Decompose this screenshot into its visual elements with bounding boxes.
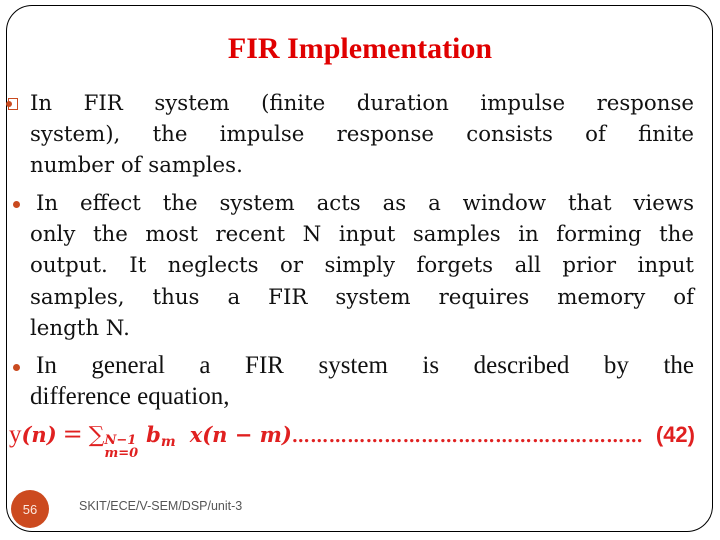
eq-lhs-arg: (n): [21, 422, 57, 447]
eq-sum-symbol: ∑: [88, 423, 105, 448]
eq-leader-dots: …………………………………………………: [291, 426, 644, 447]
bullet-3-line: difference equation,: [30, 383, 230, 410]
slide-title: FIR Implementation: [227, 32, 493, 65]
bullet-1-line: number of samples.: [30, 153, 243, 179]
eq-coef-sub: m: [160, 434, 176, 450]
dot-bullet-icon: [13, 201, 20, 208]
footer-text: SKIT/ECE/V-SEM/DSP/unit-3: [79, 499, 243, 513]
eq-term: x(n − m): [189, 422, 292, 447]
eq-lower-limit: m=0: [104, 446, 139, 461]
dot-bullet-icon: [13, 364, 20, 371]
eq-coef: bm: [146, 422, 176, 450]
eq-coef-base: b: [146, 422, 161, 447]
bullet-2-line: output. It neglects or simply forgets al…: [30, 253, 694, 279]
eq-limits: N−1 m=0: [104, 434, 138, 460]
bullet-3: In general a FIR system is described by …: [30, 350, 694, 412]
bullet-2: In effect the system acts as a window th…: [30, 188, 694, 344]
bullet-2-line: length N.: [30, 315, 130, 341]
bullet-2-line: In effect the system acts as a window th…: [36, 191, 694, 216]
bullet-2-line: only the most recent N input samples in …: [30, 222, 694, 248]
bullet-1-line: In FIR system (finite duration impulse r…: [30, 91, 694, 116]
difference-equation: y (n) = ∑ N−1 m=0 bm x(n − m) ……………………………: [9, 420, 695, 460]
square-bullet-icon: [6, 98, 18, 110]
eq-equals: =: [62, 420, 83, 448]
eq-lhs-func: y: [9, 421, 22, 448]
bullet-1-line: system), the impulse response consists o…: [30, 122, 694, 148]
bullet-2-line: samples, thus a FIR system requires memo…: [30, 284, 694, 310]
eq-number: (42): [655, 422, 695, 447]
page-number-badge: 56: [11, 490, 49, 528]
bullet-1: In FIR system (finite duration impulse r…: [30, 88, 694, 182]
bullet-3-line: In general a FIR system is described by …: [36, 352, 694, 379]
